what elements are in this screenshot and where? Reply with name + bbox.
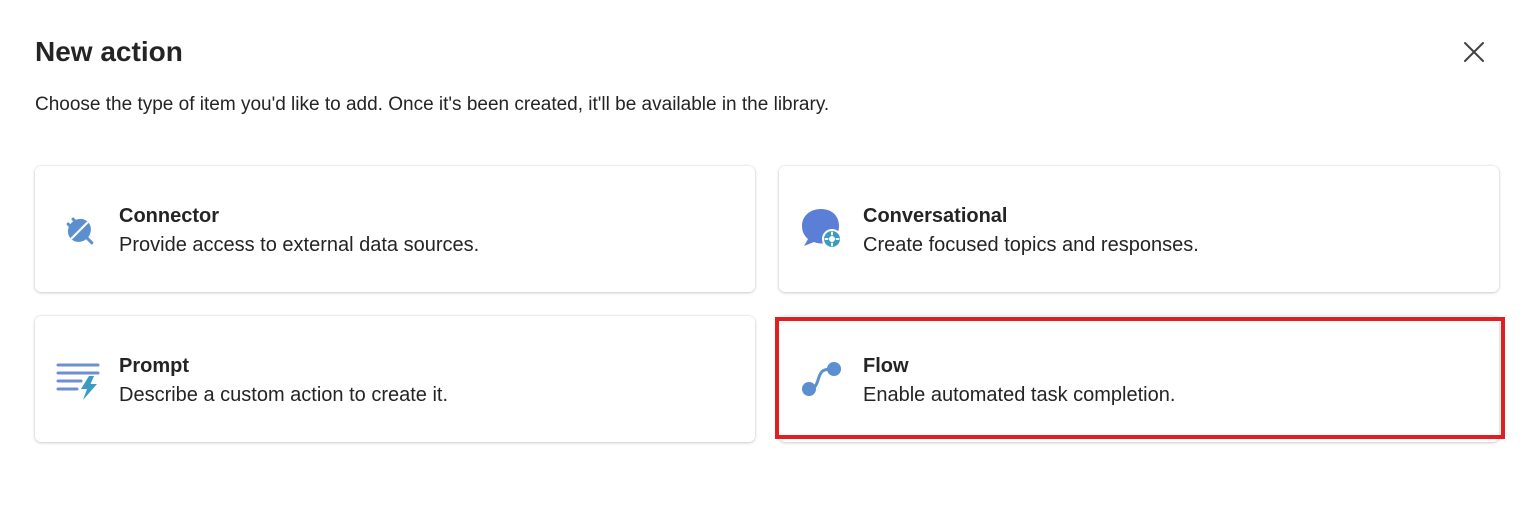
prompt-title: Prompt (119, 355, 189, 377)
dialog-title: New action (35, 36, 183, 67)
plug-icon (66, 217, 94, 245)
close-button[interactable] (1456, 34, 1492, 70)
flow-description: Enable automated task completion. (863, 384, 1176, 406)
chat-gear-icon (802, 209, 842, 249)
prompt-card[interactable]: Prompt Describe a custom action to creat… (35, 316, 755, 442)
close-icon (1464, 42, 1484, 62)
connector-card[interactable]: Connector Provide access to external dat… (35, 166, 755, 292)
connector-description: Provide access to external data sources. (119, 234, 480, 256)
text-lightning-icon (56, 363, 100, 400)
connector-title: Connector (119, 205, 219, 227)
flow-icon (802, 362, 841, 396)
conversational-title: Conversational (863, 205, 1008, 227)
flow-title: Flow (863, 355, 909, 377)
dialog-subtitle: Choose the type of item you'd like to ad… (35, 94, 830, 115)
prompt-description: Describe a custom action to create it. (119, 384, 449, 406)
conversational-description: Create focused topics and responses. (863, 234, 1199, 256)
new-action-dialog: New action Choose the type of item you'd… (0, 0, 1528, 517)
conversational-card[interactable]: Conversational Create focused topics and… (779, 166, 1499, 292)
flow-card[interactable]: Flow Enable automated task completion. (779, 316, 1499, 442)
